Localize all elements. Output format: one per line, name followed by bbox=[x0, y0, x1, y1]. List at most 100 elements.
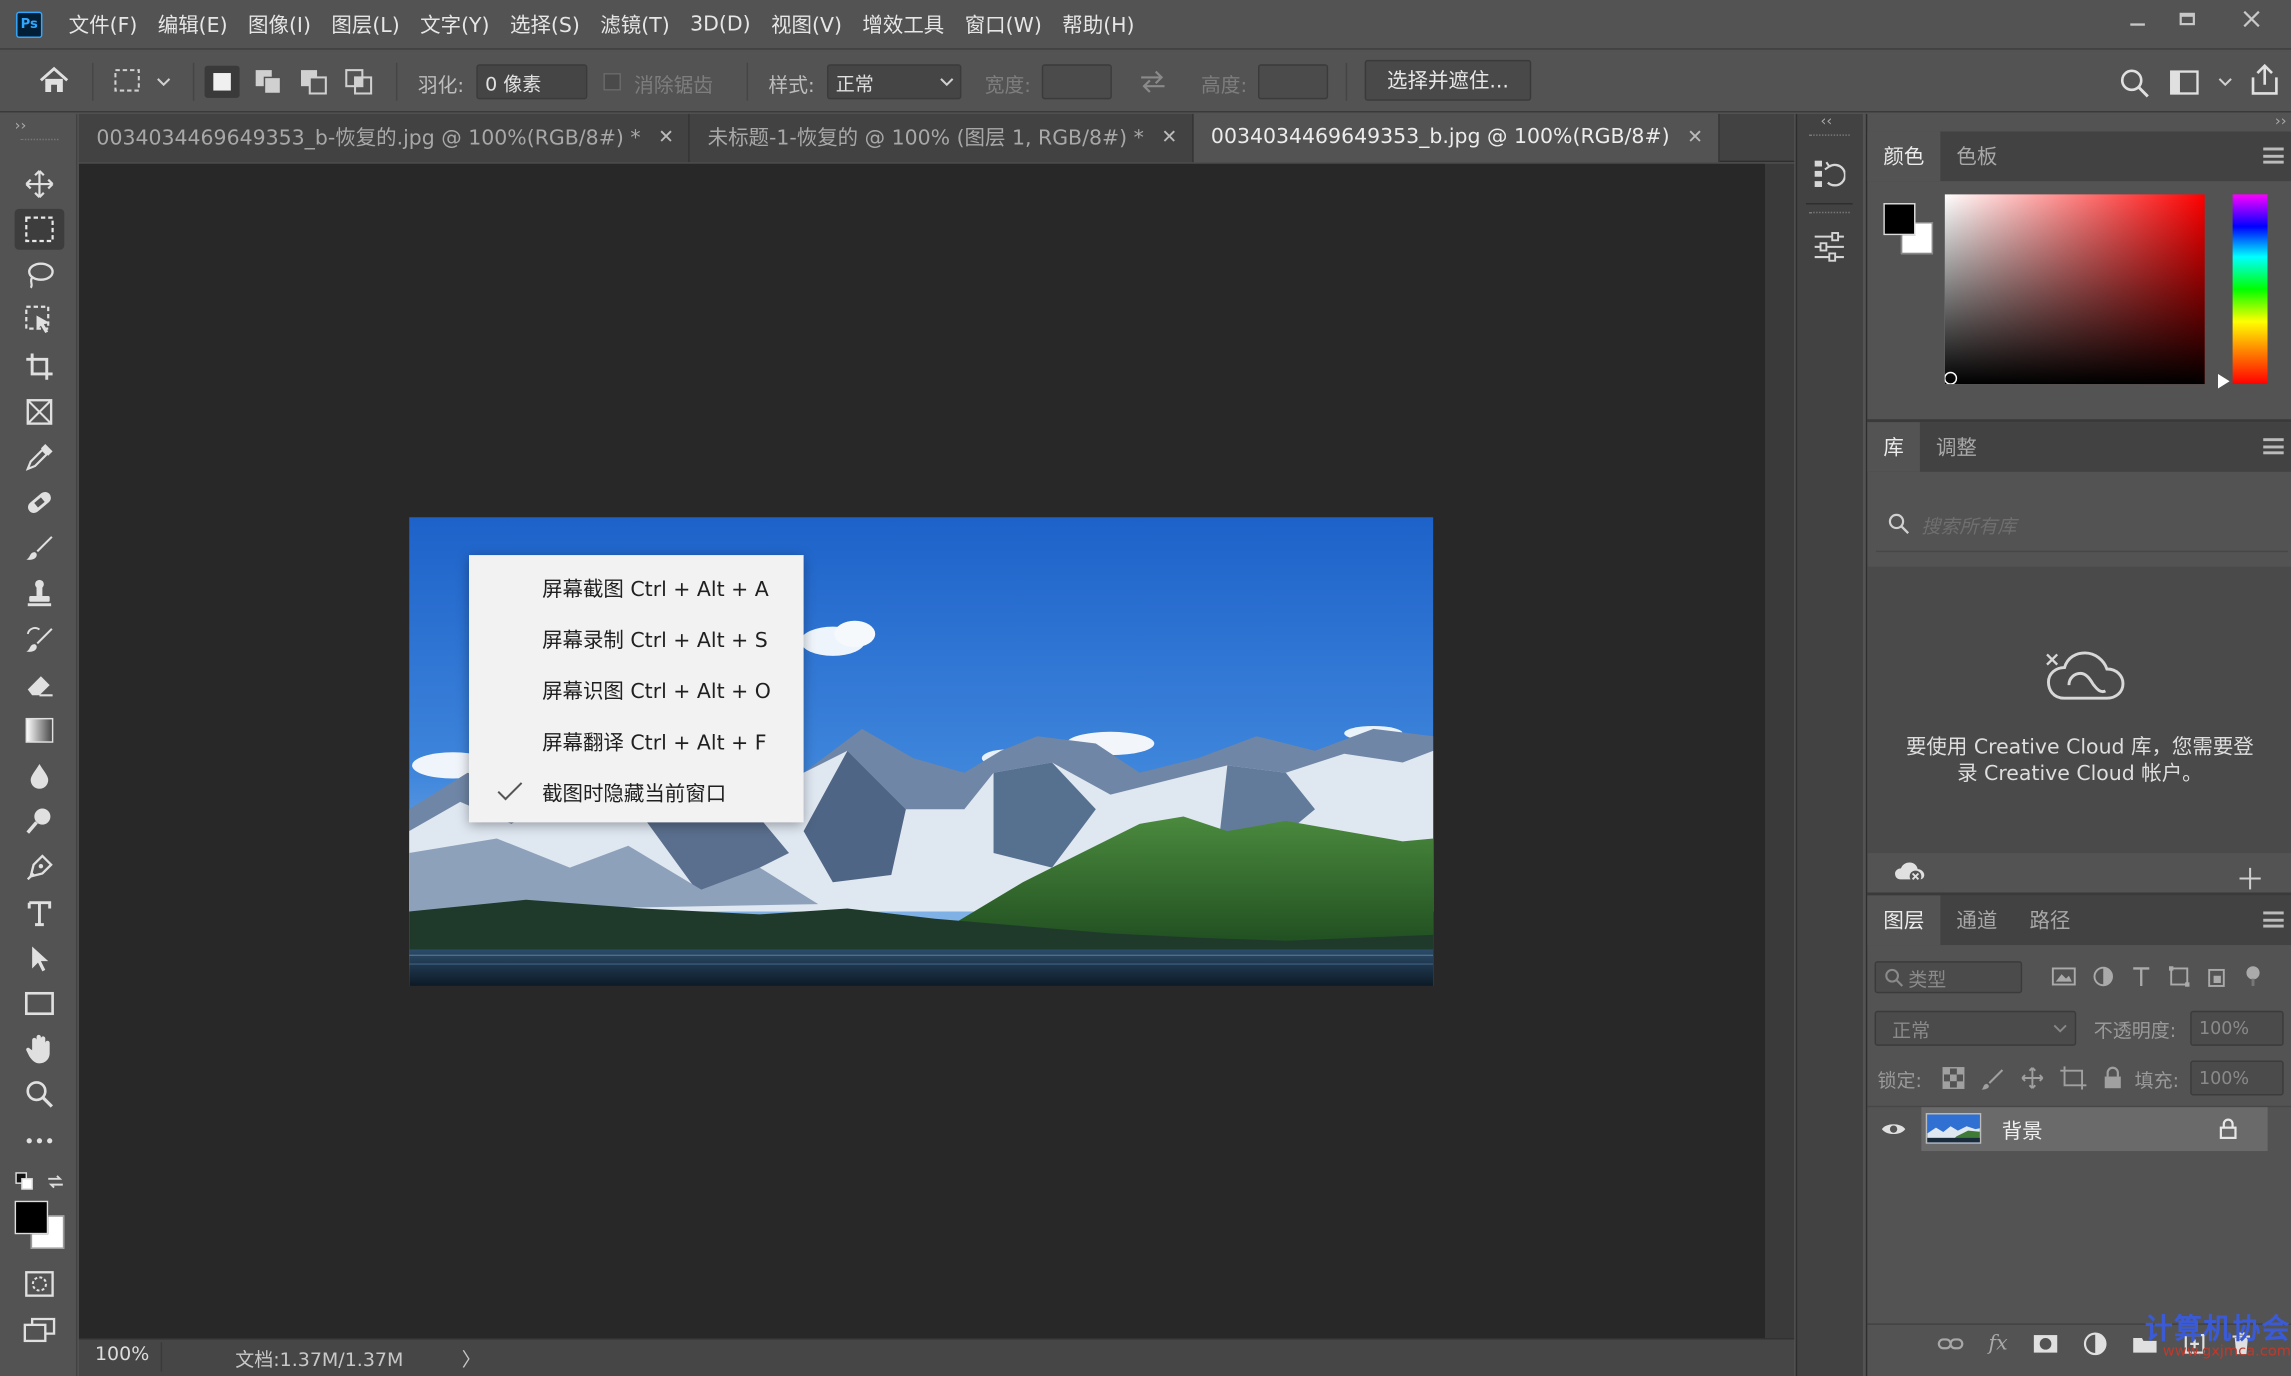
lasso-tool[interactable] bbox=[15, 254, 65, 295]
library-search-input[interactable]: 搜索所有库 bbox=[1921, 511, 2016, 539]
healing-brush-tool[interactable] bbox=[15, 482, 65, 523]
menu-plugins[interactable]: 增效工具 bbox=[852, 0, 954, 50]
move-tool[interactable] bbox=[15, 164, 65, 205]
width-input[interactable] bbox=[1041, 64, 1112, 100]
panel-menu-icon[interactable] bbox=[2263, 911, 2284, 928]
restore-button[interactable] bbox=[2164, 3, 2211, 35]
close-window-button[interactable] bbox=[2228, 3, 2275, 35]
menu-item-screen-record[interactable]: 屏幕录制 Ctrl + Alt + S bbox=[542, 625, 768, 654]
tool-preset-picker[interactable] bbox=[114, 69, 178, 95]
status-menu-arrow[interactable]: 〉 bbox=[462, 1344, 481, 1372]
blend-mode-select[interactable]: 正常 bbox=[1874, 1010, 2077, 1046]
layer-lock-icon[interactable] bbox=[2219, 1117, 2237, 1139]
layer-visibility-toggle[interactable] bbox=[1880, 1120, 1906, 1138]
zoom-level[interactable]: 100% bbox=[95, 1344, 149, 1366]
photoshop-logo[interactable]: Ps bbox=[16, 11, 43, 38]
home-button[interactable] bbox=[38, 66, 70, 95]
type-tool[interactable] bbox=[15, 892, 65, 933]
history-panel-button[interactable] bbox=[1813, 158, 1846, 190]
intersect-selection-button[interactable] bbox=[342, 66, 377, 98]
frame-tool[interactable] bbox=[15, 391, 65, 432]
menu-item-screen-translate[interactable]: 屏幕翻译 Ctrl + Alt + F bbox=[542, 727, 766, 756]
menu-select[interactable]: 选择(S) bbox=[500, 0, 590, 50]
color-field[interactable] bbox=[1944, 194, 2205, 385]
layer-filter-select[interactable]: 类型 bbox=[1874, 961, 2023, 994]
swap-dimensions-button[interactable] bbox=[1138, 69, 1167, 95]
menu-image[interactable]: 图像(I) bbox=[238, 0, 321, 50]
height-input[interactable] bbox=[1258, 64, 1329, 100]
menu-edit[interactable]: 编辑(E) bbox=[148, 0, 238, 50]
history-brush-tool[interactable] bbox=[15, 619, 65, 660]
add-selection-button[interactable] bbox=[251, 66, 286, 98]
screen-mode-button[interactable] bbox=[15, 1309, 65, 1350]
tab-libraries[interactable]: 库 bbox=[1867, 422, 1920, 472]
dodge-tool[interactable] bbox=[15, 800, 65, 841]
vertical-scrollbar[interactable] bbox=[1765, 163, 1795, 1339]
rectangle-tool[interactable] bbox=[15, 983, 65, 1024]
menu-layer[interactable]: 图层(L) bbox=[321, 0, 410, 50]
fill-input[interactable]: 100% bbox=[2190, 1060, 2284, 1096]
document-tab-active[interactable]: 0034034469649353_b.jpg @ 100%(RGB/8#) ✕ bbox=[1193, 113, 1720, 162]
cloud-sync-button[interactable] bbox=[1894, 860, 1926, 883]
menu-window[interactable]: 窗口(W) bbox=[954, 0, 1052, 50]
style-select[interactable]: 正常 bbox=[826, 64, 962, 100]
tab-color[interactable]: 颜色 bbox=[1867, 131, 1941, 182]
brush-tool[interactable] bbox=[15, 527, 65, 568]
menu-item-screen-recognize[interactable]: 屏幕识图 Ctrl + Alt + O bbox=[542, 676, 771, 705]
menu-3d[interactable]: 3D(D) bbox=[680, 0, 761, 50]
tab-adjustments[interactable]: 调整 bbox=[1920, 422, 1993, 472]
clone-stamp-tool[interactable] bbox=[15, 573, 65, 614]
panel-menu-icon[interactable] bbox=[2263, 147, 2284, 164]
collapse-dock-icon[interactable]: ‹‹ bbox=[1821, 114, 1833, 130]
layer-name[interactable]: 背景 bbox=[2002, 1116, 2043, 1145]
collapse-toolbar-icon[interactable]: ›› bbox=[15, 118, 27, 134]
fx-icon[interactable]: fx bbox=[1989, 1332, 2008, 1355]
pen-tool[interactable] bbox=[15, 847, 65, 888]
opacity-input[interactable]: 100% bbox=[2190, 1010, 2284, 1046]
select-and-mask-button[interactable]: 选择并遮住... bbox=[1364, 59, 1532, 101]
search-button[interactable] bbox=[2119, 67, 2151, 99]
path-selection-tool[interactable] bbox=[15, 938, 65, 979]
menu-file[interactable]: 文件(F) bbox=[58, 0, 147, 50]
feather-input[interactable]: 0 像素 bbox=[476, 64, 588, 100]
eraser-tool[interactable] bbox=[15, 665, 65, 706]
hue-slider[interactable] bbox=[2232, 194, 2268, 385]
workspace-button[interactable] bbox=[2170, 69, 2234, 98]
new-selection-button[interactable] bbox=[204, 65, 240, 98]
crop-tool[interactable] bbox=[15, 346, 65, 387]
menu-item-screenshot[interactable]: 屏幕截图 Ctrl + Alt + A bbox=[542, 574, 769, 603]
subtract-selection-button[interactable] bbox=[297, 66, 332, 98]
tab-swatches[interactable]: 色板 bbox=[1940, 131, 2013, 181]
menu-type[interactable]: 文字(Y) bbox=[410, 0, 500, 50]
menu-help[interactable]: 帮助(H) bbox=[1052, 0, 1145, 50]
hand-tool[interactable] bbox=[15, 1028, 65, 1069]
tab-channels[interactable]: 通道 bbox=[1940, 895, 2013, 945]
antialias-checkbox[interactable] bbox=[603, 73, 621, 91]
share-button[interactable] bbox=[2249, 63, 2281, 98]
panel-menu-icon[interactable] bbox=[2263, 438, 2284, 455]
zoom-tool[interactable] bbox=[15, 1074, 65, 1115]
expand-dock-icon[interactable]: ›› bbox=[2275, 114, 2287, 130]
minimize-button[interactable] bbox=[2114, 3, 2161, 35]
menu-view[interactable]: 视图(V) bbox=[761, 0, 852, 50]
menu-filter[interactable]: 滤镜(T) bbox=[590, 0, 680, 50]
gradient-tool[interactable] bbox=[15, 710, 65, 751]
document-tab[interactable]: 未标题-1-恢复的 @ 100% (图层 1, RGB/8#) * ✕ bbox=[690, 113, 1194, 162]
close-tab-icon[interactable]: ✕ bbox=[1161, 126, 1177, 148]
tab-paths[interactable]: 路径 bbox=[2013, 895, 2086, 945]
swap-colors-button[interactable] bbox=[45, 1171, 65, 1191]
hue-slider-handle[interactable] bbox=[2217, 373, 2231, 389]
document-tab[interactable]: 0034034469649353_b-恢复的.jpg @ 100%(RGB/8#… bbox=[78, 113, 691, 162]
edit-toolbar-button[interactable] bbox=[15, 1120, 65, 1161]
object-selection-tool[interactable] bbox=[15, 299, 65, 340]
quick-mask-button[interactable] bbox=[15, 1264, 65, 1305]
rectangular-marquee-tool[interactable] bbox=[14, 208, 65, 250]
color-panel-foreground-swatch[interactable] bbox=[1883, 203, 1916, 236]
properties-panel-button[interactable] bbox=[1813, 231, 1845, 263]
blur-tool[interactable] bbox=[15, 755, 65, 796]
eyedropper-tool[interactable] bbox=[15, 437, 65, 478]
tab-layers[interactable]: 图层 bbox=[1867, 895, 1941, 946]
foreground-color-swatch[interactable] bbox=[14, 1200, 49, 1235]
layer-row-background[interactable]: 背景 bbox=[1921, 1107, 2268, 1152]
close-tab-icon[interactable]: ✕ bbox=[658, 126, 674, 148]
